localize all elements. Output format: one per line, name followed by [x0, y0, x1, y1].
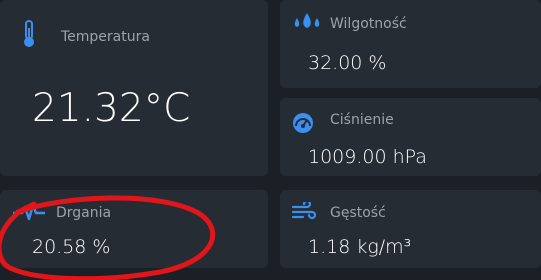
vibration-label: Drgania [56, 205, 112, 221]
density-tile[interactable]: Gęstość 1.18 kg/m³ [280, 190, 541, 268]
vibration-tile[interactable]: Drgania 20.58 % [0, 190, 268, 268]
temperature-label: Temperatura [61, 29, 150, 45]
pressure-tile[interactable]: Ciśnienie 1009.00 hPa [280, 98, 541, 176]
vibration-wave-icon [13, 204, 45, 221]
humidity-label: Wilgotność [330, 16, 407, 32]
humidity-value: 32.00 % [308, 52, 387, 74]
pressure-value: 1009.00 hPa [308, 146, 427, 168]
gauge-icon [293, 113, 313, 133]
thermometer-icon [24, 20, 34, 47]
vibration-value: 20.58 % [32, 236, 111, 258]
wind-icon [292, 202, 316, 220]
pressure-label: Ciśnienie [330, 112, 394, 128]
density-label: Gęstość [330, 205, 386, 221]
temperature-value: 21.32°C [32, 86, 191, 131]
density-value: 1.18 kg/m³ [308, 236, 412, 258]
humidity-tile[interactable]: Wilgotność 32.00 % [280, 0, 541, 88]
water-drops-icon [294, 13, 320, 28]
temperature-tile[interactable]: Temperatura 21.32°C [0, 0, 268, 176]
